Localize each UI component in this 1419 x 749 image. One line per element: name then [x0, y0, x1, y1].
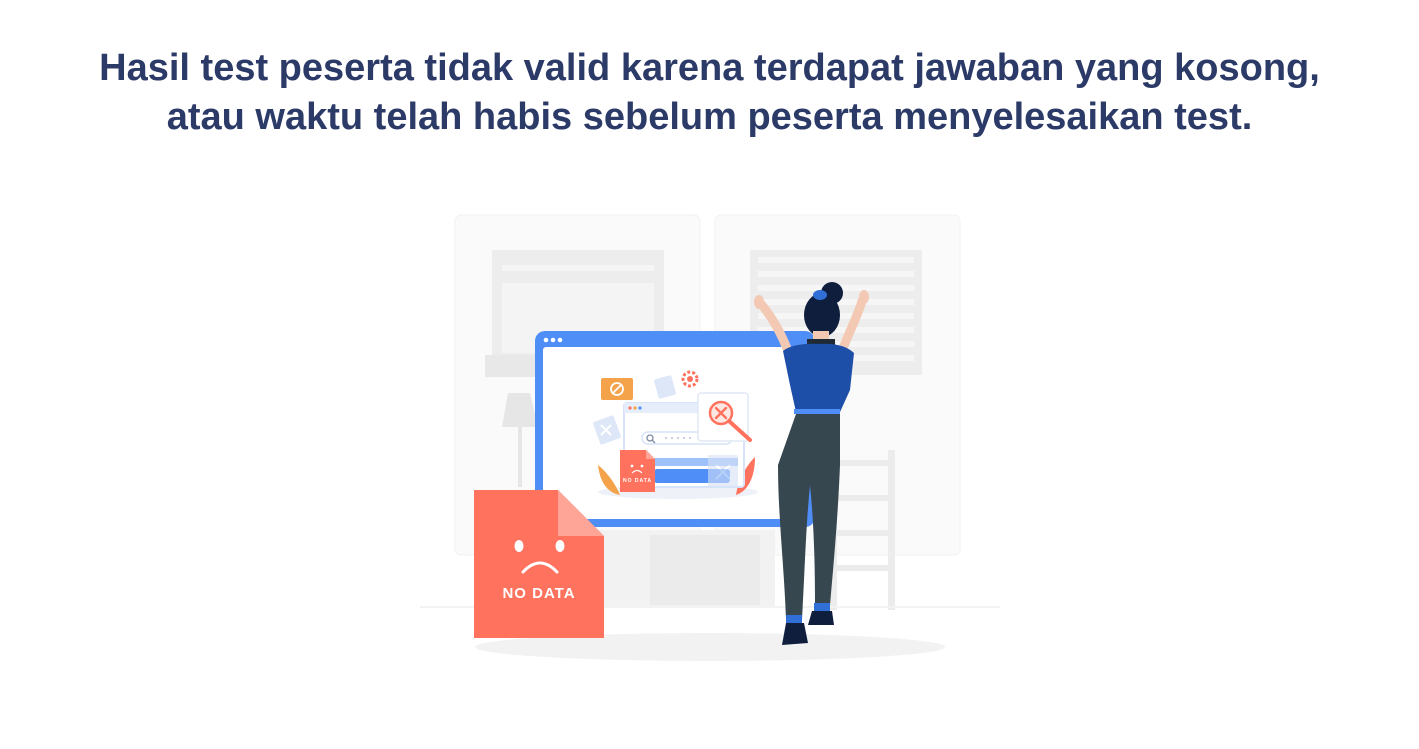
no-data-illustration: NO DATA NO DATA — [410, 205, 1010, 675]
close-icon — [697, 392, 752, 442]
illustration-svg: NO DATA NO DATA — [420, 214, 1000, 661]
page: Hasil test peserta tidak valid karena te… — [0, 0, 1419, 749]
block-icon — [601, 378, 633, 400]
message-line-1: Hasil test peserta tidak valid karena te… — [99, 47, 1320, 89]
small-no-data-card: NO DATA — [620, 450, 655, 492]
big-no-data-label: NO DATA — [502, 585, 575, 602]
monitor: NO DATA — [535, 331, 815, 527]
result-invalid-message: Hasil test peserta tidak valid karena te… — [0, 44, 1419, 142]
message-line-2: atau waktu telah habis sebelum peserta m… — [166, 96, 1253, 138]
small-no-data-label: NO DATA — [623, 478, 652, 484]
